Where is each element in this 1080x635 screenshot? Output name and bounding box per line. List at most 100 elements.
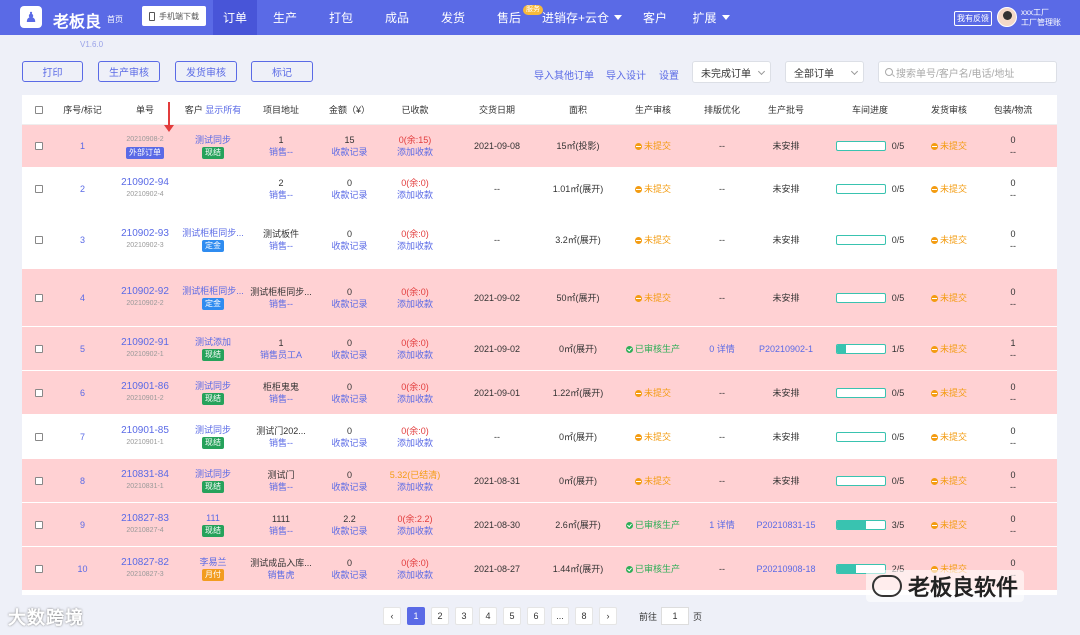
- row-checkbox[interactable]: [34, 293, 43, 302]
- layout-info[interactable]: 1 详情: [709, 519, 735, 531]
- add-payment-link[interactable]: 添加收款: [397, 240, 433, 252]
- row-seq[interactable]: 7: [80, 431, 85, 443]
- page-button[interactable]: 2: [431, 607, 449, 625]
- production-status[interactable]: 已审核生产: [625, 343, 680, 355]
- order-number[interactable]: 210902-92: [121, 286, 169, 298]
- select-all-checkbox[interactable]: [34, 105, 43, 114]
- row-seq[interactable]: 4: [80, 292, 85, 304]
- shipping-status[interactable]: 未提交: [930, 387, 967, 399]
- row-checkbox[interactable]: [34, 142, 43, 150]
- page-button[interactable]: 1: [407, 607, 425, 625]
- customer-name[interactable]: 测试同步: [195, 424, 231, 436]
- mark-button[interactable]: 标记: [251, 61, 313, 82]
- order-number[interactable]: 210902-94: [121, 177, 169, 189]
- goto-page-input[interactable]: 1: [661, 607, 690, 625]
- customer-name[interactable]: 测试柜柜同步...: [182, 227, 244, 239]
- import-other-orders-link[interactable]: 导入其他订单: [534, 67, 594, 82]
- row-checkbox[interactable]: [34, 388, 43, 397]
- production-status[interactable]: 未提交: [634, 431, 671, 443]
- prev-page-button[interactable]: ‹: [383, 607, 401, 625]
- shipping-review-button[interactable]: 发货审核: [175, 61, 237, 82]
- payment-records-link[interactable]: 收款记录: [331, 146, 367, 158]
- row-seq[interactable]: 8: [80, 475, 85, 487]
- salesperson-link[interactable]: 销售虎: [267, 569, 294, 581]
- row-seq[interactable]: 3: [80, 234, 85, 246]
- print-button[interactable]: 打印: [22, 61, 83, 82]
- order-number[interactable]: 210827-83: [121, 513, 169, 525]
- next-page-button[interactable]: ›: [599, 607, 617, 625]
- row-checkbox[interactable]: [34, 520, 43, 529]
- production-status[interactable]: 已审核生产: [625, 519, 680, 531]
- layout-info[interactable]: 0 详情: [709, 343, 735, 355]
- row-checkbox[interactable]: [34, 564, 43, 573]
- salesperson-link[interactable]: 销售--: [269, 240, 293, 252]
- shipping-status[interactable]: 未提交: [930, 292, 967, 304]
- payment-records-link[interactable]: 收款记录: [331, 298, 367, 310]
- search-input[interactable]: 搜索单号/客户名/电话/地址: [878, 61, 1057, 83]
- production-status[interactable]: 未提交: [634, 234, 671, 246]
- row-checkbox[interactable]: [34, 476, 43, 485]
- add-payment-link[interactable]: 添加收款: [397, 569, 433, 581]
- order-number[interactable]: 210901-86: [121, 381, 169, 393]
- nav-item[interactable]: 客户: [627, 0, 683, 35]
- add-payment-link[interactable]: 添加收款: [397, 393, 433, 405]
- order-number[interactable]: 210827-82: [121, 557, 169, 569]
- user-info[interactable]: xxx工厂 工厂管理账: [1021, 8, 1061, 28]
- row-checkbox[interactable]: [34, 432, 43, 441]
- add-payment-link[interactable]: 添加收款: [397, 437, 433, 449]
- customer-name[interactable]: 测试添加: [195, 336, 231, 348]
- production-status[interactable]: 已审核生产: [625, 563, 680, 575]
- production-status[interactable]: 未提交: [634, 387, 671, 399]
- row-seq[interactable]: 2: [80, 183, 85, 195]
- salesperson-link[interactable]: 销售员工A: [260, 349, 302, 361]
- page-button[interactable]: 3: [455, 607, 473, 625]
- shipping-status[interactable]: 未提交: [930, 343, 967, 355]
- nav-item[interactable]: 打包: [313, 0, 369, 35]
- order-type-select[interactable]: 全部订单: [785, 61, 864, 83]
- nav-item[interactable]: 扩展: [683, 0, 739, 35]
- batch-number[interactable]: P20210902-1: [759, 343, 813, 355]
- page-button[interactable]: 6: [527, 607, 545, 625]
- feedback-button[interactable]: 我有反馈: [954, 11, 992, 26]
- page-button[interactable]: ...: [551, 607, 569, 625]
- add-payment-link[interactable]: 添加收款: [397, 298, 433, 310]
- show-all-link[interactable]: 显示所有: [205, 105, 241, 115]
- payment-records-link[interactable]: 收款记录: [331, 437, 367, 449]
- order-number[interactable]: 210902-93: [121, 228, 169, 240]
- nav-item[interactable]: 成品: [369, 0, 425, 35]
- payment-records-link[interactable]: 收款记录: [331, 240, 367, 252]
- production-status[interactable]: 未提交: [634, 292, 671, 304]
- row-seq[interactable]: 9: [80, 519, 85, 531]
- row-seq[interactable]: 10: [77, 563, 87, 575]
- nav-item[interactable]: 订单: [213, 0, 257, 35]
- customer-name[interactable]: 测试同步: [195, 468, 231, 480]
- page-button[interactable]: 4: [479, 607, 497, 625]
- nav-item[interactable]: 生产: [257, 0, 313, 35]
- add-payment-link[interactable]: 添加收款: [397, 146, 433, 158]
- order-number[interactable]: 210902-91: [121, 337, 169, 349]
- row-checkbox[interactable]: [34, 344, 43, 353]
- nav-item[interactable]: 售后 服务: [481, 0, 543, 35]
- customer-name[interactable]: 111: [206, 512, 220, 524]
- home-link[interactable]: 首页: [107, 14, 123, 25]
- salesperson-link[interactable]: 销售--: [269, 393, 293, 405]
- salesperson-link[interactable]: 销售--: [269, 298, 293, 310]
- payment-records-link[interactable]: 收款记录: [331, 481, 367, 493]
- salesperson-link[interactable]: 销售--: [269, 146, 293, 158]
- order-status-select[interactable]: 未完成订单: [692, 61, 771, 83]
- avatar[interactable]: [997, 7, 1017, 27]
- salesperson-link[interactable]: 销售--: [269, 481, 293, 493]
- row-seq[interactable]: 5: [80, 343, 85, 355]
- nav-item[interactable]: 发货: [425, 0, 481, 35]
- add-payment-link[interactable]: 添加收款: [397, 189, 433, 201]
- salesperson-link[interactable]: 销售--: [269, 525, 293, 537]
- customer-name[interactable]: 测试同步: [195, 380, 231, 392]
- mobile-download-button[interactable]: 手机端下载: [142, 6, 206, 26]
- add-payment-link[interactable]: 添加收款: [397, 349, 433, 361]
- shipping-status[interactable]: 未提交: [930, 475, 967, 487]
- row-seq[interactable]: 1: [80, 140, 85, 152]
- order-number[interactable]: 210901-85: [121, 425, 169, 437]
- shipping-status[interactable]: 未提交: [930, 519, 967, 531]
- batch-number[interactable]: P20210908-18: [756, 563, 815, 575]
- production-review-button[interactable]: 生产审核: [98, 61, 160, 82]
